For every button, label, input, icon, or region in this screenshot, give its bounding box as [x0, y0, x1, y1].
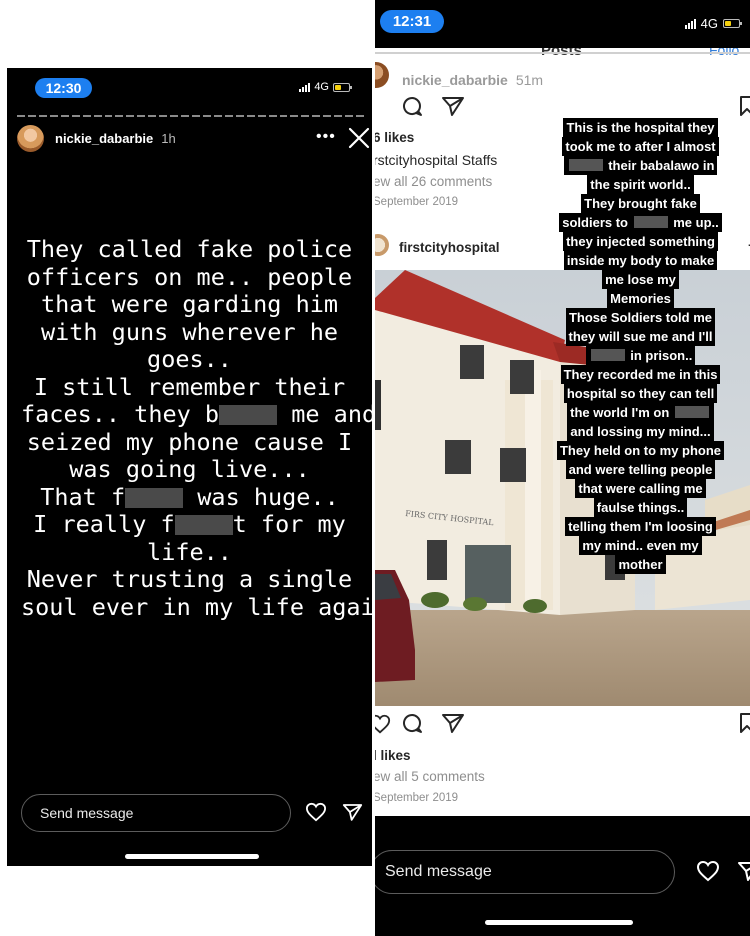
redaction-block: [174, 515, 233, 535]
home-indicator: [125, 854, 259, 859]
overlay-text-line: they will sue me and I'll: [565, 327, 716, 346]
avatar[interactable]: [17, 125, 44, 152]
overlay-text-line: and lossing my mind...: [567, 422, 714, 441]
overlay-text-line: faulse things..: [593, 498, 688, 517]
story-text-line: faces.. they b me and: [21, 400, 372, 428]
close-icon[interactable]: [347, 126, 371, 150]
redaction-block: [590, 349, 625, 361]
post-caption: rstcityhospital Staffs: [375, 152, 498, 168]
overlay-text-line: They brought fake: [581, 194, 700, 213]
overlay-text-line: the spirit world..: [587, 175, 694, 194]
post-likes[interactable]: l likes: [375, 748, 411, 763]
overlay-text-line: Memories: [607, 289, 674, 308]
story-text-line: I really ft for my: [33, 510, 346, 538]
redaction-block: [568, 159, 603, 171]
post-likes[interactable]: 6 likes: [375, 130, 414, 145]
screenshot-collage: 12:30 4G nickie_dabarbie 1h ••• They call…: [0, 0, 750, 936]
overlay-text-line: the world I'm on: [567, 403, 714, 422]
redaction-block: [219, 405, 278, 425]
overlay-text-line: mother: [615, 555, 666, 574]
overlay-text-line: Those Soldiers told me: [565, 308, 716, 327]
comment-icon[interactable]: [400, 711, 424, 735]
avatar[interactable]: [375, 234, 389, 256]
send-icon[interactable]: [441, 94, 465, 118]
post-date: September 2019: [375, 792, 459, 804]
overlay-text-line: They held on to my phone: [556, 441, 725, 460]
send-icon[interactable]: [737, 860, 750, 882]
overlay-text-line: in prison..: [585, 346, 696, 365]
overlay-text-line: soldiers to me up..: [559, 213, 722, 232]
heart-icon[interactable]: [696, 860, 720, 882]
status-indicators: 4G: [299, 81, 352, 93]
overlay-text-line: their babalawo in: [563, 156, 718, 175]
battery-icon: [723, 19, 742, 28]
instagram-feed-screenshot: Posts Follo nickie_dabarbie51m 6 likes r…: [375, 48, 750, 816]
bookmark-icon[interactable]: [739, 95, 750, 117]
story-text-line: goes..: [147, 345, 232, 373]
more-icon[interactable]: •••: [316, 128, 336, 146]
signal-icon: [299, 82, 311, 92]
status-indicators: 4G: [684, 16, 742, 31]
story-text-line: soul ever in my life again: [21, 592, 372, 621]
story-progress-bar: [375, 52, 750, 54]
story-text-line: That f was huge..: [40, 482, 339, 511]
right-story-screen: 12:31 4G Posts Follo nickie_dabarbie51m: [375, 0, 750, 936]
send-message-input[interactable]: Send message: [21, 794, 291, 832]
story-username[interactable]: nickie_dabarbie 1h: [55, 131, 176, 146]
post-account-name[interactable]: firstcityhospital: [399, 240, 500, 255]
post-username[interactable]: nickie_dabarbie 51m: [402, 72, 543, 88]
overlay-text-line: This is the hospital they: [563, 118, 718, 137]
send-icon[interactable]: [441, 711, 465, 735]
heart-icon[interactable]: [305, 802, 327, 822]
story-text-line: that were garding him: [40, 290, 339, 318]
overlay-text-line: that were calling me: [575, 479, 706, 498]
story-text-line: seized my phone cause I: [26, 427, 353, 456]
story-text-line: I still remember their: [33, 372, 346, 401]
story-text-line: with guns wherever he: [40, 317, 339, 346]
overlay-text-line: They recorded me in this: [560, 365, 721, 384]
view-comments-link[interactable]: ew all 5 comments: [375, 769, 485, 784]
redaction-block: [674, 406, 709, 418]
heart-icon[interactable]: [375, 712, 391, 736]
story-text: They called fake police officers on me.. …: [21, 235, 372, 621]
home-indicator: [485, 920, 633, 925]
send-message-input[interactable]: Send message: [375, 850, 675, 894]
overlay-text-line: hospital so they can tell: [563, 384, 718, 403]
story-time-ago: 1h: [161, 131, 176, 146]
avatar[interactable]: [375, 62, 389, 88]
overlay-text-line: took me to after I almost: [562, 137, 719, 156]
status-time: 12:30: [35, 78, 92, 98]
story-text-line: life..: [147, 537, 232, 566]
post-time-ago: 51m: [515, 72, 544, 88]
overlay-text-line: my mind.. even my: [579, 536, 702, 555]
battery-icon: [333, 82, 352, 92]
network-label: 4G: [314, 81, 329, 93]
overlay-text-line: they injected something: [563, 232, 718, 251]
story-text-overlay: This is the hospital they took me to afte…: [553, 118, 728, 574]
status-time: 12:31: [380, 10, 444, 33]
overlay-text-line: telling them I'm loosing: [565, 517, 716, 536]
view-comments-link[interactable]: ew all 26 comments: [375, 174, 492, 189]
left-story-screen: 12:30 4G nickie_dabarbie 1h ••• They call…: [7, 68, 372, 866]
overlay-text-line: me lose my: [602, 270, 679, 289]
story-text-line: Never trusting a single: [26, 565, 353, 593]
overlay-text-line: and were telling people: [565, 460, 716, 479]
overlay-text-line: inside my body to make: [563, 251, 718, 270]
story-text-line: They called fake police: [26, 235, 353, 263]
story-progress-bar: [17, 115, 364, 117]
send-icon[interactable]: [342, 802, 363, 822]
post-date: September 2019: [375, 196, 459, 208]
bookmark-icon[interactable]: [739, 712, 750, 734]
story-text-line: officers on me.. people: [26, 262, 353, 291]
comment-icon[interactable]: [400, 94, 424, 118]
story-text-line: was going live...: [69, 455, 310, 483]
redaction-block: [125, 487, 184, 508]
network-label: 4G: [700, 16, 718, 31]
signal-icon: [684, 18, 696, 29]
redaction-block: [633, 216, 668, 228]
